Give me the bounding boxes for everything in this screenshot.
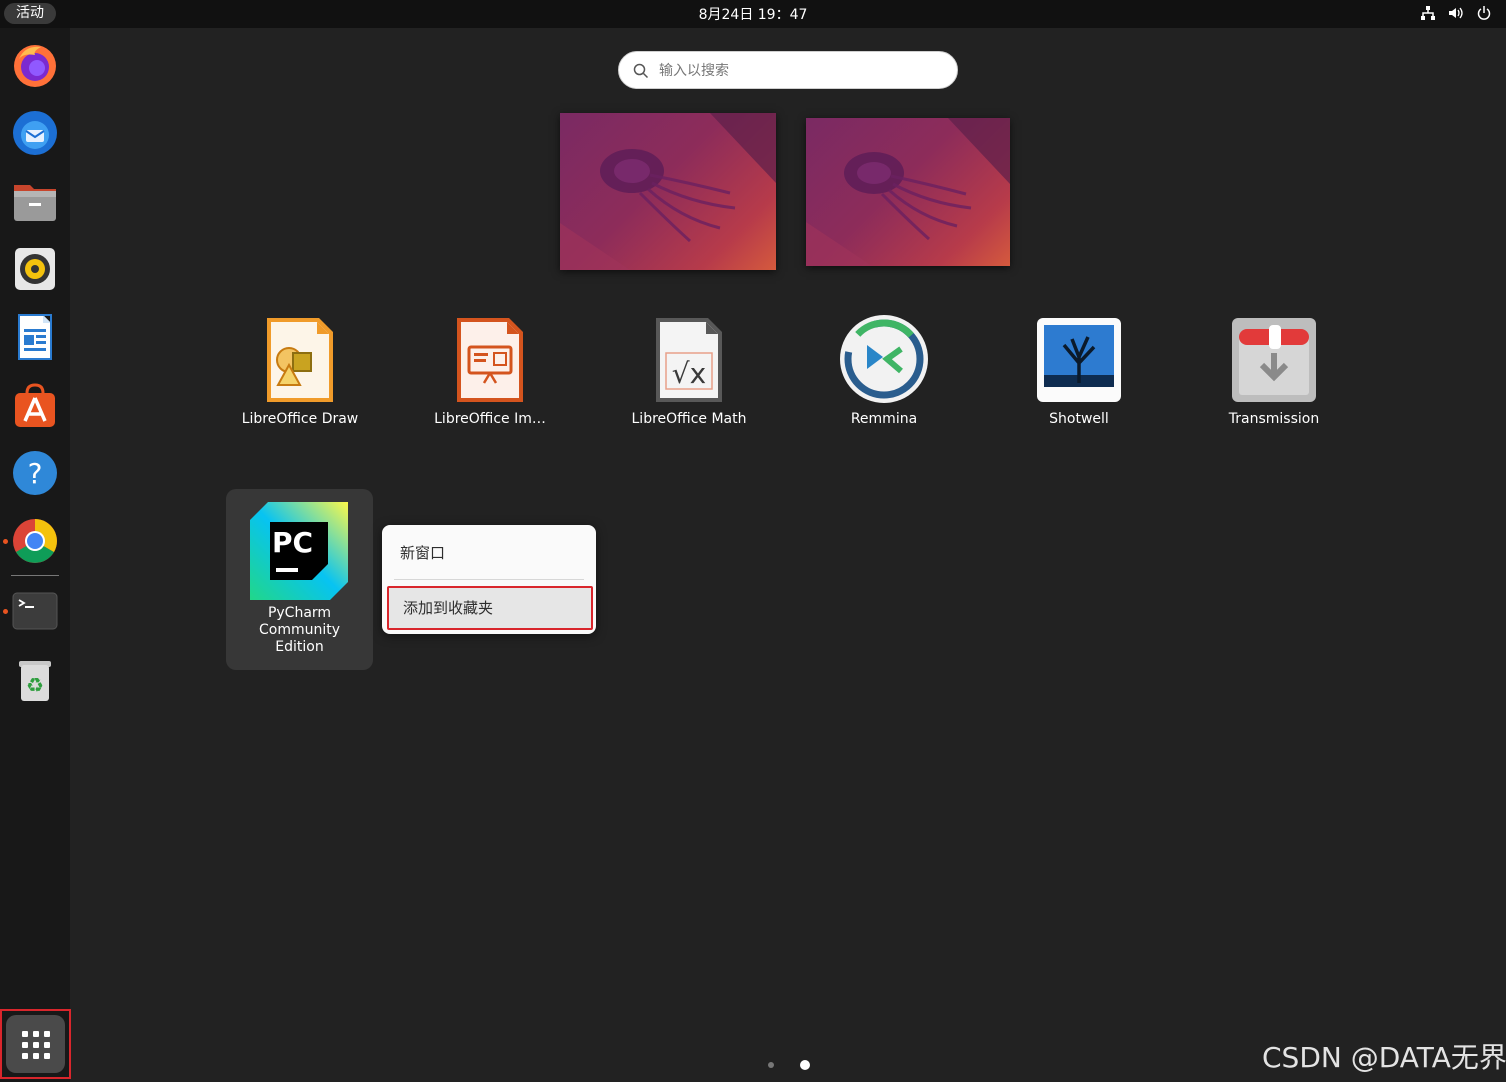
search-icon (633, 63, 649, 79)
clock[interactable]: 8月24日 19：47 (0, 0, 1506, 30)
app-label: Transmission (1228, 411, 1320, 427)
page-indicator-2[interactable] (800, 1060, 810, 1070)
jellyfish-wallpaper (806, 118, 1010, 266)
dock: ? ♻ (0, 28, 71, 1082)
chrome-icon[interactable] (3, 517, 59, 565)
jellyfish-wallpaper (560, 113, 776, 270)
workspace-thumbnail-1[interactable] (560, 113, 776, 270)
app-context-menu: 新窗口 添加到收藏夹 (382, 525, 596, 634)
svg-text:?: ? (28, 457, 43, 490)
watermark: CSDN @DATA无界 (1262, 1041, 1506, 1074)
running-indicator (3, 539, 8, 544)
network-icon[interactable] (1420, 5, 1436, 21)
trash-icon[interactable]: ♻ (11, 655, 59, 703)
system-tray[interactable] (1420, 5, 1492, 21)
app-pycharm-community[interactable]: PC PyCharm Community Edition (226, 489, 373, 670)
thunderbird-icon[interactable] (11, 109, 59, 157)
search-bar[interactable] (618, 51, 958, 89)
rhythmbox-icon[interactable] (11, 245, 59, 293)
show-apps-grid-icon[interactable] (6, 1015, 65, 1073)
libreoffice-impress-icon (445, 315, 535, 405)
app-libreoffice-math[interactable]: √x LibreOffice Math (594, 315, 784, 428)
svg-text:♻: ♻ (26, 673, 44, 697)
pycharm-icon-text: PC (272, 526, 313, 559)
svg-text:√x: √x (672, 357, 706, 390)
libreoffice-draw-icon (255, 315, 345, 405)
terminal-icon[interactable] (3, 587, 59, 635)
app-shotwell[interactable]: Shotwell (984, 315, 1174, 428)
app-libreoffice-draw[interactable]: LibreOffice Draw (205, 315, 395, 428)
libreoffice-math-icon: √x (644, 315, 734, 405)
search-input[interactable] (659, 60, 939, 82)
menu-item-add-to-favorites[interactable]: 添加到收藏夹 (387, 586, 593, 630)
app-label: PyCharm Community Edition (258, 605, 341, 655)
page-indicator-1[interactable] (768, 1062, 774, 1068)
volume-icon[interactable] (1448, 5, 1464, 21)
top-bar: 活动 8月24日 19：47 (0, 0, 1506, 28)
writer-icon[interactable] (11, 313, 59, 361)
help-icon[interactable]: ? (11, 449, 59, 497)
transmission-icon (1229, 315, 1319, 405)
firefox-icon[interactable] (11, 41, 59, 89)
app-label: Remmina (850, 411, 918, 427)
app-remmina[interactable]: Remmina (789, 315, 979, 428)
app-transmission[interactable]: Transmission (1179, 315, 1369, 428)
running-indicator (3, 609, 8, 614)
grid-dots (22, 1031, 50, 1059)
files-icon[interactable] (11, 177, 59, 225)
menu-separator (394, 579, 584, 580)
power-icon[interactable] (1476, 5, 1492, 21)
app-libreoffice-impress[interactable]: LibreOffice Im… (395, 315, 585, 428)
remmina-icon (839, 315, 929, 405)
app-label: LibreOffice Draw (241, 411, 359, 427)
shotwell-icon (1034, 315, 1124, 405)
menu-item-new-window[interactable]: 新窗口 (382, 535, 596, 571)
app-store-icon[interactable] (11, 381, 59, 429)
app-label: LibreOffice Math (631, 411, 747, 427)
app-label: Shotwell (1049, 411, 1109, 427)
workspace-thumbnail-2[interactable] (806, 118, 1010, 266)
show-applications-button[interactable] (0, 1009, 71, 1079)
app-label: LibreOffice Im… (434, 411, 546, 427)
dock-separator (11, 575, 59, 576)
pycharm-icon: PC (250, 502, 348, 600)
